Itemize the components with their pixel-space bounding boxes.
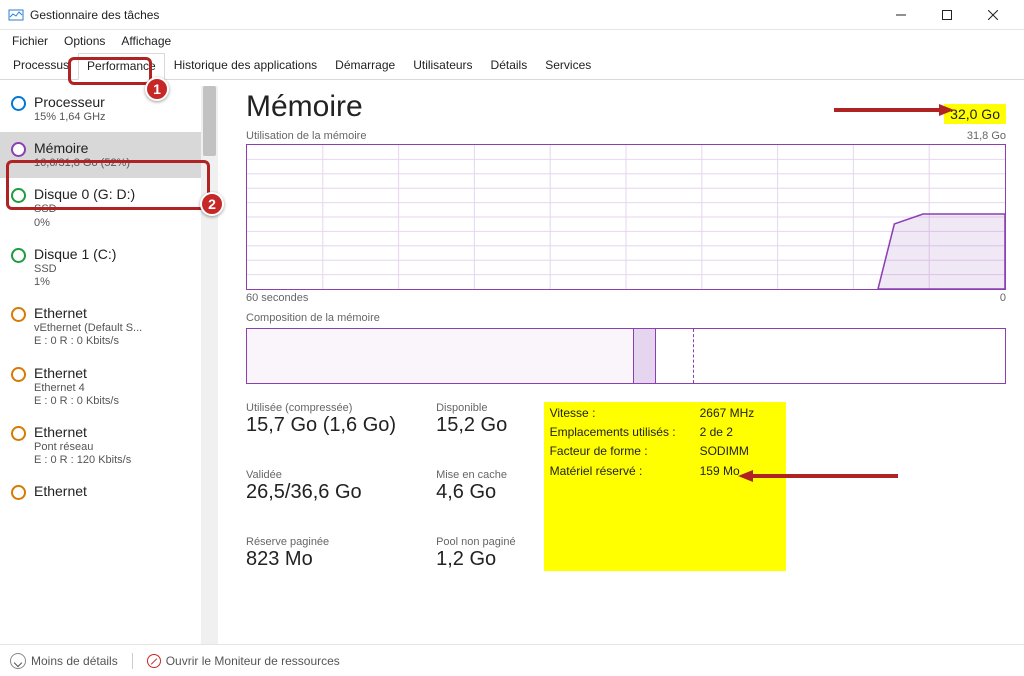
sidebar-item-ethernet-1[interactable]: Ethernet vEthernet (Default S... E : 0 R… [0,297,218,356]
open-resource-monitor-button[interactable]: Ouvrir le Moniteur de ressources [147,654,340,668]
close-button[interactable] [970,0,1016,30]
tab-details[interactable]: Détails [482,52,537,79]
spec-form-value: SODIMM [700,442,780,461]
page-title: Mémoire [246,90,363,124]
stat-commit-label: Validée [246,469,396,481]
spec-speed-value: 2667 MHz [700,404,780,423]
sidebar-item-disk0[interactable]: Disque 0 (G: D:) SSD 0% [0,178,218,237]
chart-title: Utilisation de la mémoire [246,130,366,142]
stat-nonpaged-value: 1,2 Go [436,548,516,571]
disk-icon [11,248,26,263]
sidebar-item-sub: SSD 1% [34,263,212,289]
performance-sidebar: Processeur 15% 1,64 GHz Mémoire 16,6/31,… [0,80,218,644]
ethernet-icon [11,307,26,322]
sidebar-item-ethernet-2[interactable]: Ethernet Ethernet 4 E : 0 R : 0 Kbits/s [0,357,218,416]
composition-used [247,329,634,383]
stat-paged-value: 823 Mo [246,548,396,571]
sidebar-item-sub: Ethernet 4 E : 0 R : 0 Kbits/s [34,382,212,408]
menu-options[interactable]: Options [58,32,111,50]
maximize-button[interactable] [924,0,970,30]
stat-cache-label: Mise en cache [436,469,516,481]
memory-specs: Vitesse :2667 MHz Emplacements utilisés … [544,402,786,571]
spec-slots-value: 2 de 2 [700,423,780,442]
tab-performance[interactable]: Performance [78,53,165,80]
memory-panel: Mémoire 32,0 Go Utilisation de la mémoir… [218,80,1024,644]
sidebar-item-sub: vEthernet (Default S... E : 0 R : 0 Kbit… [34,322,212,348]
menu-view[interactable]: Affichage [115,32,177,50]
ethernet-icon [11,426,26,441]
spec-form-label: Facteur de forme : [550,442,700,461]
stat-cache-value: 4,6 Go [436,481,516,504]
spec-reserved-label: Matériel réservé : [550,462,700,481]
sidebar-item-memory[interactable]: Mémoire 16,6/31,8 Go (52%) [0,132,218,178]
sidebar-item-title: Ethernet [34,305,212,321]
stat-avail-label: Disponible [436,402,516,414]
menu-file[interactable]: Fichier [6,32,54,50]
ethernet-icon [11,485,26,500]
chevron-up-icon [10,653,26,669]
tab-startup[interactable]: Démarrage [326,52,404,79]
sidebar-item-title: Ethernet [34,424,212,440]
menubar: Fichier Options Affichage [0,30,1024,52]
resource-monitor-icon [147,654,161,668]
sidebar-item-title: Disque 0 (G: D:) [34,186,212,202]
memory-composition-chart [246,328,1006,384]
sidebar-item-title: Ethernet [34,365,212,381]
fewer-details-label: Moins de détails [31,654,118,668]
minimize-button[interactable] [878,0,924,30]
memory-usage-chart [246,144,1006,290]
sidebar-item-sub: 15% 1,64 GHz [34,111,212,124]
memory-total: 32,0 Go [944,104,1006,124]
ethernet-icon [11,367,26,382]
titlebar: Gestionnaire des tâches [0,0,1024,30]
composition-modified [634,329,657,383]
sidebar-item-ethernet-3[interactable]: Ethernet Pont réseau E : 0 R : 120 Kbits… [0,416,218,475]
stat-paged-label: Réserve paginée [246,536,396,548]
sidebar-item-title: Ethernet [34,483,212,499]
disk-icon [11,188,26,203]
sidebar-item-ethernet-4[interactable]: Ethernet [0,475,218,507]
sidebar-item-sub: Pont réseau E : 0 R : 120 Kbits/s [34,441,212,467]
stat-commit-value: 26,5/36,6 Go [246,481,396,504]
tab-services[interactable]: Services [536,52,600,79]
composition-free [694,329,1005,383]
stat-used-label: Utilisée (compressée) [246,402,396,414]
tab-processes[interactable]: Processus [4,52,78,79]
spec-speed-label: Vitesse : [550,404,700,423]
stat-nonpaged-label: Pool non paginé [436,536,516,548]
sidebar-scrollbar[interactable] [201,86,218,644]
footer-divider [132,653,133,669]
sidebar-item-sub: SSD 0% [34,203,212,229]
chart-ymax: 31,8 Go [967,130,1006,142]
tab-app-history[interactable]: Historique des applications [165,52,326,79]
tab-users[interactable]: Utilisateurs [404,52,481,79]
composition-label: Composition de la mémoire [246,312,1006,324]
sidebar-item-sub: 16,6/31,8 Go (52%) [34,157,212,170]
sidebar-item-disk1[interactable]: Disque 1 (C:) SSD 1% [0,238,218,297]
sidebar-item-title: Processeur [34,94,212,110]
fewer-details-button[interactable]: Moins de détails [10,653,118,669]
stat-used-value: 15,7 Go (1,6 Go) [246,414,396,437]
spec-slots-label: Emplacements utilisés : [550,423,700,442]
chart-xleft: 60 secondes [246,292,308,304]
resource-monitor-label: Ouvrir le Moniteur de ressources [166,654,340,668]
sidebar-item-title: Disque 1 (C:) [34,246,212,262]
scroll-thumb[interactable] [203,86,216,156]
tab-bar: Processus Performance Historique des app… [0,52,1024,80]
window-title: Gestionnaire des tâches [30,8,159,22]
stat-avail-value: 15,2 Go [436,414,516,437]
app-icon [8,7,24,23]
chart-xright: 0 [1000,292,1006,304]
sidebar-item-cpu[interactable]: Processeur 15% 1,64 GHz [0,86,218,132]
spec-reserved-value: 159 Mo [700,462,780,481]
cpu-icon [11,96,26,111]
memory-icon [11,142,26,157]
footer: Moins de détails Ouvrir le Moniteur de r… [0,644,1024,676]
composition-standby [656,329,694,383]
sidebar-item-title: Mémoire [34,140,212,156]
